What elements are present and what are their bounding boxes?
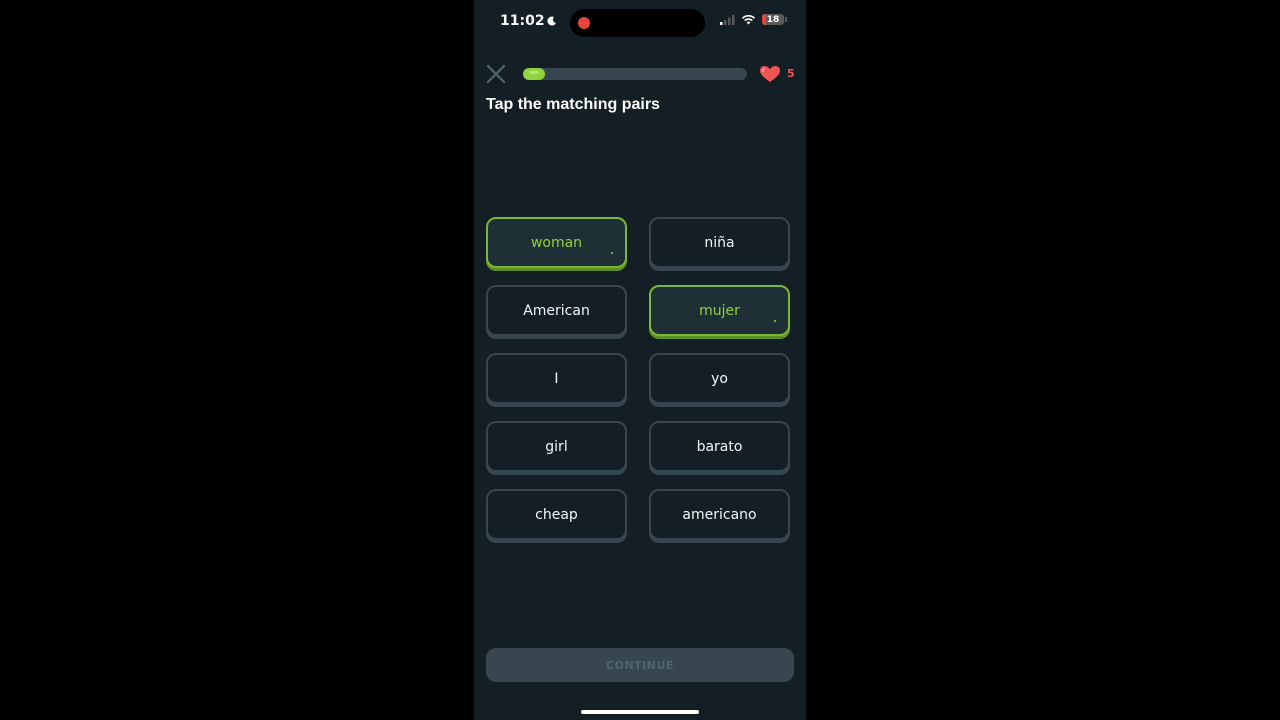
status-time: 11:02 [500,13,557,29]
status-icons: 18 [720,14,787,25]
word-tile-niña[interactable]: niña [649,217,790,268]
word-tile-americano[interactable]: americano [649,489,790,540]
tile-label: cheap [535,506,578,523]
moon-icon [547,16,556,26]
wifi-icon [741,15,756,25]
battery-level: 18 [766,14,780,25]
tile-label: yo [711,370,728,387]
selection-dot [774,320,776,322]
dynamic-island [570,9,705,37]
close-icon[interactable] [486,64,506,84]
word-tile-woman[interactable]: woman [486,217,627,268]
tile-label: American [523,302,590,319]
tile-label: americano [682,506,757,523]
cellular-signal-icon [720,15,735,25]
tile-label: girl [545,438,568,455]
progress-fill [523,68,546,80]
lesson-progress-bar [523,68,747,80]
word-tile-yo[interactable]: yo [649,353,790,404]
recording-dot-icon [578,17,590,29]
battery-cap [785,17,787,22]
tile-label: I [554,370,559,387]
selection-dot [611,252,613,254]
tile-label: mujer [699,302,740,319]
battery-fill [762,14,767,25]
word-tile-mujer[interactable]: mujer [649,285,790,336]
word-tile-barato[interactable]: barato [649,421,790,472]
hearts-count: 5 [787,67,795,80]
word-tile-girl[interactable]: girl [486,421,627,472]
battery-icon: 18 [762,14,787,25]
progress-shine [529,71,540,74]
clock-text: 11:02 [500,13,545,29]
word-tile-american[interactable]: American [486,285,627,336]
continue-button[interactable]: CONTINUE [486,648,794,682]
heart-icon [760,66,780,82]
battery-body: 18 [762,14,784,25]
word-tile-cheap[interactable]: cheap [486,489,627,540]
tile-label: barato [696,438,743,455]
page-title: Tap the matching pairs [486,96,660,113]
tile-label: niña [704,234,735,251]
home-indicator[interactable] [581,710,699,714]
tile-label: woman [530,234,583,251]
phone-screen: 11:02 18 5 Tap the matching pairs woman … [474,0,806,720]
word-tile-i[interactable]: I [486,353,627,404]
